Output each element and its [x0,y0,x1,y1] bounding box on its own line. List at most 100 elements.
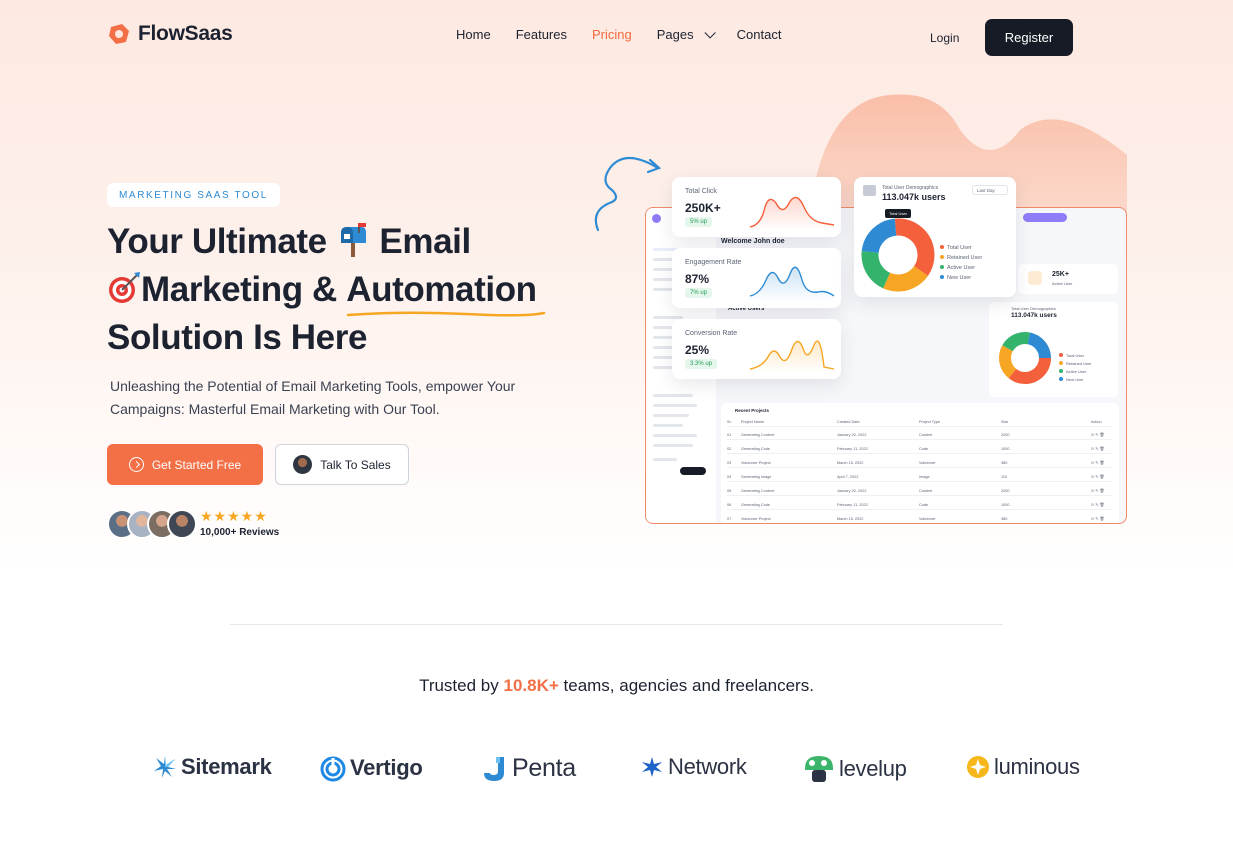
legend-item: New User [1059,376,1092,384]
table-cell: Code [919,502,929,507]
headline-part-4: Automation [346,270,537,309]
legend-item: Active User [1059,368,1092,376]
logo-vertigo: Vertigo [320,754,423,782]
legend-item: New User [940,273,982,283]
table-cell: February 11, 2022 [837,502,868,507]
logo-sitemark: Sitemark [153,754,272,780]
legend-item: Retained User [1059,360,1092,368]
headline-part-1: Your Ultimate [107,222,327,261]
user-demographics-donut-chart [861,218,935,292]
table-cell: March 15, 2022 [837,460,864,465]
stat-card: 25K+ Active User [1018,264,1118,294]
table-cell: Image [919,474,930,479]
total-click-card: Total Click 250K+ 5% up [672,177,841,237]
logo-levelup: levelup [803,754,907,784]
table-cell: January 20, 2022 [837,432,867,437]
table-cell: Generating Code [741,446,770,451]
headline-highlight: Automation [346,266,546,317]
recent-projects-table: Recent Projects Sr. Project Name Created D… [721,403,1119,523]
register-button[interactable]: Register [985,19,1073,56]
nav-pages[interactable]: Pages [657,26,716,42]
recent-projects-title: Recent Projects [735,408,770,413]
brand-sitemark: Sitemark [181,754,272,779]
conversion-rate-card: Conversion Rate 25% 3.3% up [672,319,841,379]
brand-luminous: luminous [994,754,1080,779]
brand-levelup: levelup [839,756,907,781]
table-cell: Voiceover [919,516,936,521]
total-click-delta: 5% up [685,217,713,227]
table-cell: April 7, 2022 [837,474,859,479]
penta-icon [484,756,504,781]
section-divider [230,624,1003,625]
get-started-button[interactable]: Get Started Free [107,444,263,485]
row-actions-icon[interactable]: ⊙ ✎ 🗑 [1091,502,1111,507]
headline-part-2: Email [379,222,471,261]
arrow-circle-icon [128,457,144,472]
talk-to-sales-label: Talk To Sales [320,457,391,472]
demographics-secondary-value: 113.047k users [1011,312,1057,319]
engagement-title: Engagement Rate [685,259,742,266]
table-cell: 05 [727,488,732,493]
table-cell: 2000 [1001,432,1010,437]
table-row: 06 Generating Code February 11, 2022 Code 10… [727,500,1111,510]
engagement-value: 87% [685,272,710,286]
rating-stars: ★★★★★ [200,508,268,524]
table-row: 01 Generating Content January 20, 2022 Cont… [727,430,1111,440]
table-cell: Voiceover [919,460,936,465]
donut-chart-secondary [999,332,1051,384]
avatar [167,509,197,539]
table-cell: Content [919,488,933,493]
brand-penta: Penta [512,754,576,782]
nav-home[interactable]: Home [456,27,491,42]
nav-features[interactable]: Features [516,27,567,42]
range-select[interactable]: Last Day [972,185,1008,195]
conversion-value: 25% [685,343,710,357]
table-cell: 07 [727,516,732,521]
underline-squiggle-icon [347,311,546,317]
table-cell: 2000 [1001,488,1010,493]
row-actions-icon[interactable]: ⊙ ✎ 🗑 [1091,474,1111,479]
row-actions-icon[interactable]: ⊙ ✎ 🗑 [1091,432,1111,437]
logo-luminous: luminous [966,754,1080,780]
chevron-down-icon [704,26,716,39]
mailbox-emoji-icon [341,223,367,257]
table-cell: Generating Content [741,432,775,437]
table-cell: Generating Image [741,474,772,479]
row-actions-icon[interactable]: ⊙ ✎ 🗑 [1091,446,1111,451]
table-row: 03 Voiceover Project March 15, 2022 Voiceov… [727,458,1111,468]
table-cell: 04 [727,474,732,479]
brand-network: Network [668,754,747,779]
dashboard-logo-icon [652,214,661,223]
trusted-prefix: Trusted by [419,676,499,695]
row-actions-icon[interactable]: ⊙ ✎ 🗑 [1091,516,1111,521]
layers-icon [863,185,876,196]
welcome-text: Welcome John doe [721,238,785,245]
engagement-rate-card: Engagement Rate 87% 7% up [672,248,841,308]
table-cell: Voiceover Project [741,516,771,521]
conversion-title: Conversion Rate [685,330,738,337]
table-cell: Code [919,446,929,451]
legend-item: Total User [1059,352,1092,360]
brand-logo[interactable]: FlowSaas [107,22,233,46]
table-cell: 110 [1001,474,1008,479]
nav-pricing[interactable]: Pricing [592,27,632,42]
user-icon [1028,271,1042,285]
table-cell: 1000 [1001,446,1010,451]
top-navigation: FlowSaas Home Features Pricing Pages Con… [0,0,1233,72]
nav-contact[interactable]: Contact [737,27,782,42]
vertigo-icon [320,756,346,782]
row-actions-icon[interactable]: ⊙ ✎ 🗑 [1091,460,1111,465]
column-header: Size [1001,419,1009,424]
table-row: 05 Generating Content January 20, 2022 Cont… [727,486,1111,496]
table-cell: Generating Content [741,488,775,493]
stat-value: 25K+ [1052,271,1069,278]
get-started-label: Get Started Free [151,457,242,472]
upgrade-pill [1023,213,1067,222]
row-actions-icon[interactable]: ⊙ ✎ 🗑 [1091,488,1111,493]
demographics-legend: Total User Retained User Active User New… [940,243,982,283]
hero-headline: Your Ultimate Email Marketing & Automati… [107,218,587,362]
talk-to-sales-button[interactable]: Talk To Sales [275,444,409,485]
login-link[interactable]: Login [930,31,959,45]
legend-item: Retained User [940,253,982,263]
table-cell: 380 [1001,516,1008,521]
